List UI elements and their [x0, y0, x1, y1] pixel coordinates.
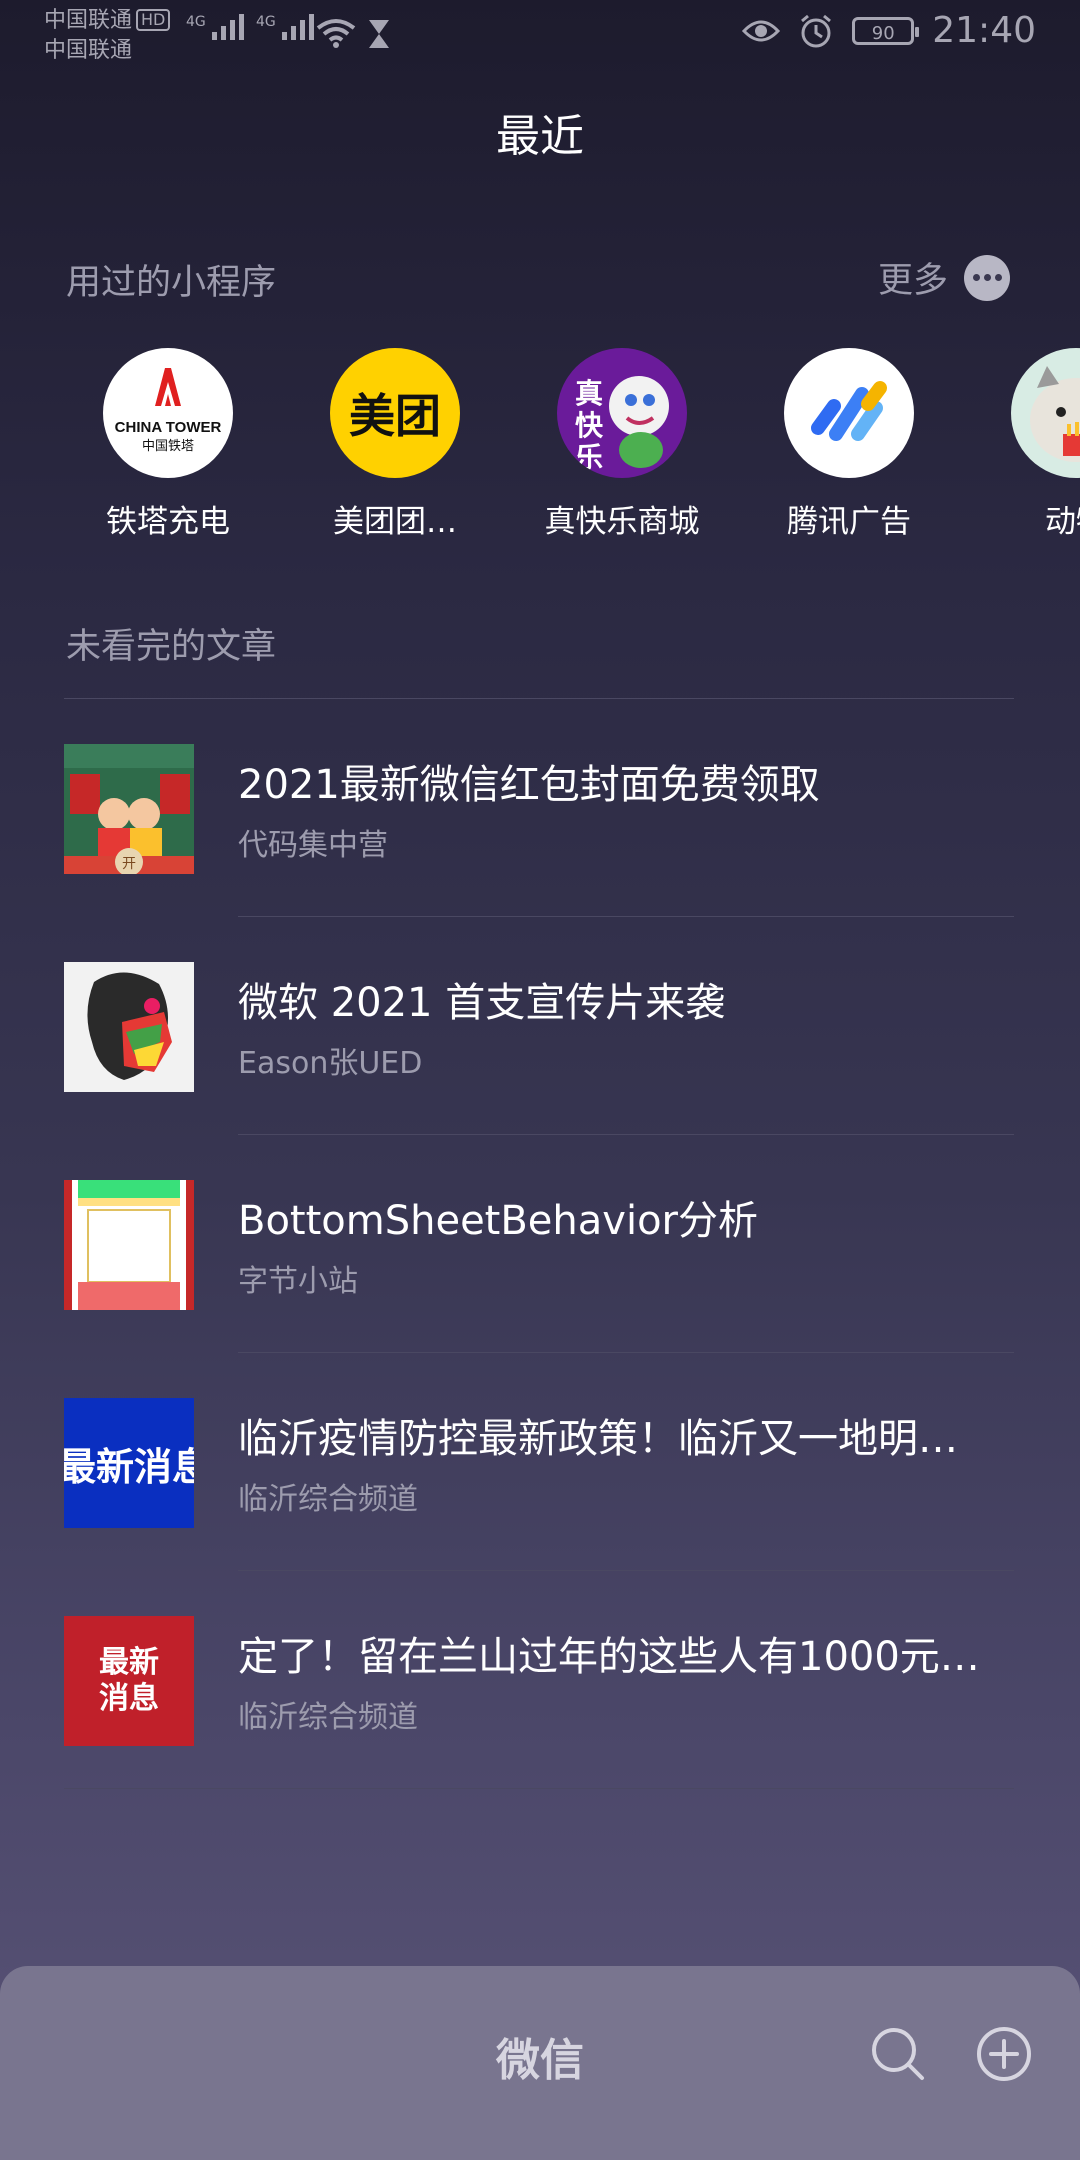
mini-programs-section-title: 用过的小程序 [66, 263, 277, 303]
carrier-name-2: 中国联通 [44, 38, 133, 63]
signal-icon-2: 4G [256, 14, 314, 40]
article-source: 字节小站 [238, 1264, 358, 1299]
mini-program-list: CHINA TOWER 中国铁塔 铁塔充电 美团 美团团… 真快乐 真快乐商城 [0, 348, 1080, 538]
china-tower-logo-icon: CHINA TOWER 中国铁塔 [103, 348, 233, 478]
mini-program-label: 真快乐商城 [544, 504, 700, 538]
status-right: 90 21:40 [742, 10, 1036, 51]
plus-circle-icon [977, 2027, 1031, 2081]
battery-icon: 90 [852, 16, 920, 45]
status-bar: 中国联通 HD 中国联通 4G 4G 90 21:40 [0, 0, 1080, 72]
hourglass-icon [369, 20, 389, 48]
article-item[interactable]: 微软 2021 首支宣传片来袭 Eason张UED [0, 962, 1080, 1180]
animal-game-logo-icon [1011, 348, 1080, 478]
carrier-info: 中国联通 HD 中国联通 [44, 6, 171, 66]
mini-program-china-tower[interactable]: CHINA TOWER 中国铁塔 铁塔充电 [55, 348, 281, 538]
meituan-logo-text: 美团 [349, 389, 441, 443]
mini-program-label: 腾讯广告 [787, 504, 911, 538]
mini-program-tencent-ads[interactable]: 腾讯广告 [736, 348, 962, 538]
news-thumb-text-2: 消息 [99, 1681, 159, 1716]
article-source: 临沂综合频道 [238, 1482, 418, 1517]
mini-program-animal[interactable]: 动物 [963, 348, 1080, 538]
hd-badge: HD [136, 9, 171, 31]
more-dots-icon [964, 254, 1010, 301]
phone-screen-thumb [64, 1180, 194, 1310]
page-title: 最近 [496, 111, 584, 162]
news-thumb-text-1: 最新 [99, 1645, 159, 1680]
mini-program-label: 铁塔充电 [106, 504, 230, 538]
article-title: 微软 2021 首支宣传片来袭 [238, 980, 726, 1026]
article-item[interactable]: 最新消息 临沂疫情防控最新政策！临沂又一地明… 临沂综合频道 [0, 1398, 1080, 1616]
articles-section-title: 未看完的文章 [66, 627, 277, 667]
red-envelope-cover-thumb: 开 [64, 744, 194, 874]
article-item[interactable]: 开 2021最新微信红包封面免费领取 代码集中营 [0, 744, 1080, 962]
divider [238, 1134, 1014, 1135]
mini-program-meituan[interactable]: 美团 美团团… [282, 348, 508, 538]
eye-icon [742, 20, 781, 41]
svg-text:开: 开 [122, 856, 136, 872]
article-source: Eason张UED [238, 1046, 423, 1081]
svg-text:CHINA TOWER: CHINA TOWER [115, 419, 222, 436]
meituan-logo-icon: 美团 [330, 348, 460, 478]
more-button[interactable]: 更多 [878, 252, 1010, 303]
article-item[interactable]: BottomSheetBehavior分析 字节小站 [0, 1180, 1080, 1398]
article-source: 代码集中营 [238, 828, 388, 863]
article-item[interactable]: 最新 消息 定了！留在兰山过年的这些人有1000元… 临沂综合频道 [0, 1616, 1080, 1834]
article-title: 2021最新微信红包封面免费领取 [238, 762, 820, 808]
colorful-face-art-thumb [64, 962, 194, 1092]
mini-program-label: 动物 [1045, 504, 1080, 538]
mini-program-zhenkuaile[interactable]: 真快乐 真快乐商城 [509, 348, 735, 538]
svg-text:中国铁塔: 中国铁塔 [142, 439, 194, 454]
search-icon [872, 2028, 924, 2080]
signal-icon: 4G [186, 14, 244, 40]
news-blue-thumb: 最新消息 [64, 1398, 194, 1528]
divider [238, 1352, 1014, 1353]
alarm-icon [801, 14, 832, 47]
mini-program-label: 美团团… [333, 504, 457, 538]
add-button[interactable] [974, 2024, 1034, 2084]
article-title: 定了！留在兰山过年的这些人有1000元… [238, 1634, 980, 1680]
article-title: 临沂疫情防控最新政策！临沂又一地明… [238, 1416, 958, 1462]
carrier-name-1: 中国联通 [44, 8, 133, 33]
news-red-thumb: 最新 消息 [64, 1616, 194, 1746]
divider [238, 1570, 1014, 1571]
signal-tag-2: 4G [256, 14, 276, 30]
more-label: 更多 [877, 261, 948, 301]
bottom-bar: 微信 [0, 1966, 1080, 2160]
article-source: 临沂综合频道 [238, 1700, 418, 1735]
article-title: BottomSheetBehavior分析 [238, 1198, 758, 1244]
divider [64, 1788, 1014, 1789]
divider [64, 698, 1014, 699]
divider [238, 916, 1014, 917]
news-thumb-text: 最新消息 [64, 1444, 194, 1489]
zhenkuaile-logo-icon: 真快乐 [557, 348, 687, 478]
status-time: 21:40 [932, 10, 1036, 51]
search-button[interactable] [868, 2024, 928, 2084]
zhenkuaile-logo-text: 真快乐 [574, 377, 603, 474]
signal-tag-1: 4G [186, 14, 206, 30]
wifi-icon [316, 19, 356, 48]
tencent-ads-logo-icon [784, 348, 914, 478]
